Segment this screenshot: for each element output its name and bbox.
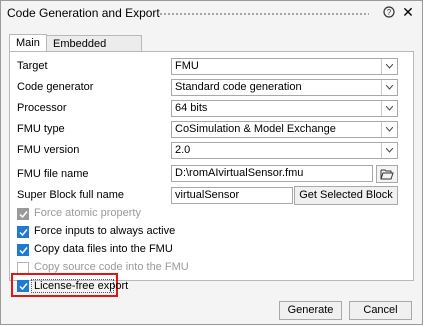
title-bar[interactable]: Code Generation and Export ? ✕ bbox=[1, 1, 422, 25]
chevron-down-icon[interactable] bbox=[381, 80, 397, 95]
target-value: FMU bbox=[175, 60, 199, 72]
target-select[interactable]: FMU bbox=[171, 58, 398, 75]
chevron-down-icon[interactable] bbox=[381, 122, 397, 137]
code-generation-dialog: Code Generation and Export ? ✕ Main Embe… bbox=[0, 0, 423, 325]
tab-main[interactable]: Main bbox=[9, 34, 47, 52]
tab-embedded-solver[interactable]: Embedded Solver bbox=[46, 35, 142, 66]
chevron-down-icon[interactable] bbox=[381, 59, 397, 74]
chevron-down-icon[interactable] bbox=[381, 143, 397, 158]
fmu-type-label: FMU type bbox=[17, 123, 65, 135]
code-generator-value: Standard code generation bbox=[175, 81, 302, 93]
dialog-title: Code Generation and Export bbox=[7, 6, 160, 20]
fmu-type-value: CoSimulation & Model Exchange bbox=[175, 123, 336, 135]
force-inputs-checkbox[interactable] bbox=[17, 226, 29, 238]
copy-data-files-label[interactable]: Copy data files into the FMU bbox=[34, 243, 173, 255]
chevron-down-icon[interactable] bbox=[381, 101, 397, 116]
license-free-export-checkbox[interactable] bbox=[17, 280, 29, 292]
folder-open-icon bbox=[380, 169, 394, 180]
target-label: Target bbox=[17, 60, 48, 72]
processor-select[interactable]: 64 bits bbox=[171, 100, 398, 117]
copy-data-files-checkbox[interactable] bbox=[17, 244, 29, 256]
fmu-version-value: 2.0 bbox=[175, 144, 191, 156]
force-inputs-label[interactable]: Force inputs to always active bbox=[34, 225, 175, 237]
fmu-file-name-input[interactable]: D:\romAIvirtualSensor.fmu bbox=[171, 165, 373, 182]
close-icon[interactable]: ✕ bbox=[401, 5, 415, 19]
fmu-version-select[interactable]: 2.0 bbox=[171, 142, 398, 159]
browse-button[interactable] bbox=[376, 165, 398, 183]
fmu-file-name-label: FMU file name bbox=[17, 168, 89, 180]
force-atomic-label: Force atomic property bbox=[34, 207, 141, 219]
drag-grip[interactable] bbox=[159, 12, 369, 16]
force-atomic-checkbox bbox=[17, 208, 29, 220]
fmu-type-select[interactable]: CoSimulation & Model Exchange bbox=[171, 121, 398, 138]
cancel-button[interactable]: Cancel bbox=[349, 301, 412, 320]
code-generator-label: Code generator bbox=[17, 81, 94, 93]
processor-value: 64 bits bbox=[175, 102, 208, 114]
generate-button[interactable]: Generate bbox=[279, 301, 342, 320]
svg-text:?: ? bbox=[387, 8, 392, 17]
processor-label: Processor bbox=[17, 102, 67, 114]
help-icon[interactable]: ? bbox=[383, 6, 395, 18]
super-block-label: Super Block full name bbox=[17, 189, 124, 201]
super-block-input[interactable]: virtualSensor bbox=[171, 187, 293, 204]
get-selected-block-button[interactable]: Get Selected Block bbox=[294, 186, 398, 205]
copy-source-code-label: Copy source code into the FMU bbox=[34, 261, 189, 273]
code-generator-select[interactable]: Standard code generation bbox=[171, 79, 398, 96]
license-free-export-label[interactable]: License-free export bbox=[34, 280, 128, 292]
fmu-version-label: FMU version bbox=[17, 144, 80, 156]
